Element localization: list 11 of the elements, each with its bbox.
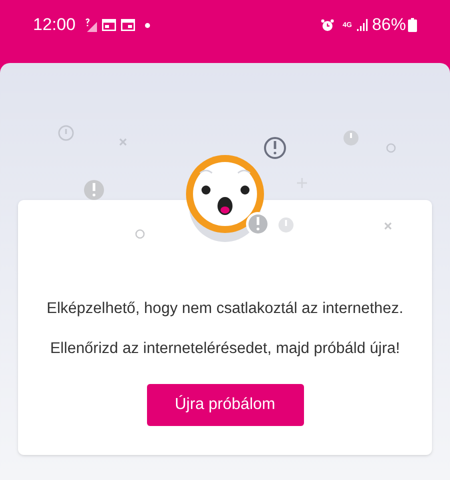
calendar-icon [120, 19, 135, 31]
calendar-icon [102, 19, 116, 31]
message-text: Ellenőrizd az internetelérésedet, majd próbáld újra! [50, 339, 400, 360]
battery-percent: 86% [372, 14, 406, 36]
message-text: Elképzelhető, hogy nem csatlakoztál az internethez. [46, 299, 404, 319]
alarm-clock-icon [320, 18, 334, 32]
signal-icon [356, 19, 368, 31]
status-time: 12:00 [33, 14, 76, 36]
battery-icon [408, 18, 417, 32]
wifi-question-icon [84, 18, 97, 32]
retry-button[interactable]: Újra próbálom [146, 384, 304, 426]
